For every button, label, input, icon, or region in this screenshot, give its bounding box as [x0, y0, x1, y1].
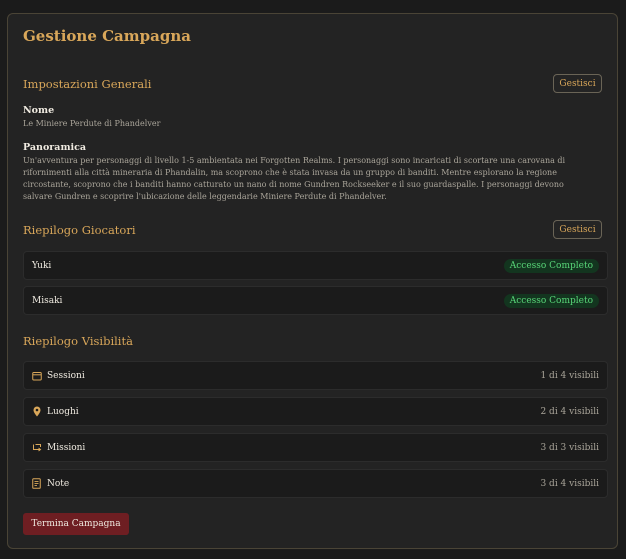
quest-icon — [32, 442, 42, 453]
players-summary-heading: Riepilogo Giocatori — [23, 223, 136, 237]
manage-general-button[interactable]: Gestisci — [553, 74, 602, 93]
visibility-label: Missioni — [47, 442, 86, 453]
visibility-count: 2 di 4 visibili — [540, 406, 599, 417]
visibility-label: Sessioni — [47, 370, 85, 381]
visibility-count: 3 di 3 visibili — [540, 442, 599, 453]
map-pin-icon — [32, 406, 42, 417]
campaign-overview-text: Un'avventura per personaggi di livello 1… — [23, 156, 566, 201]
overview-label: Panoramica — [23, 142, 87, 153]
calendar-icon — [32, 370, 42, 381]
name-label: Nome — [23, 105, 55, 116]
access-badge: Accesso Completo — [503, 258, 599, 273]
general-settings-heading: Impostazioni Generali — [23, 77, 152, 91]
campaign-name-value: Le Miniere Perdute di Phandelver — [23, 119, 161, 128]
visibility-count: 3 di 4 visibili — [540, 478, 599, 489]
visibility-label: Note — [47, 478, 70, 489]
player-row: Yuki Accesso Completo — [23, 251, 608, 280]
page-title: Gestione Campagna — [23, 27, 191, 45]
player-name: Misaki — [32, 295, 63, 306]
visibility-row-locations[interactable]: Luoghi 2 di 4 visibili — [23, 397, 608, 426]
visibility-count: 1 di 4 visibili — [540, 370, 599, 381]
visibility-row-sessions[interactable]: Sessioni 1 di 4 visibili — [23, 361, 608, 390]
player-row: Misaki Accesso Completo — [23, 286, 608, 315]
visibility-summary-heading: Riepilogo Visibilità — [23, 334, 133, 348]
visibility-row-quests[interactable]: Missioni 3 di 3 visibili — [23, 433, 608, 462]
end-campaign-button[interactable]: Termina Campagna — [23, 513, 129, 535]
visibility-label: Luoghi — [47, 406, 79, 417]
access-badge: Accesso Completo — [503, 293, 599, 308]
manage-players-button[interactable]: Gestisci — [553, 220, 602, 239]
player-name: Yuki — [32, 260, 52, 271]
visibility-row-notes[interactable]: Note 3 di 4 visibili — [23, 469, 608, 498]
campaign-management-panel: Gestione Campagna Impostazioni Generali … — [7, 13, 618, 549]
note-icon — [32, 478, 42, 489]
